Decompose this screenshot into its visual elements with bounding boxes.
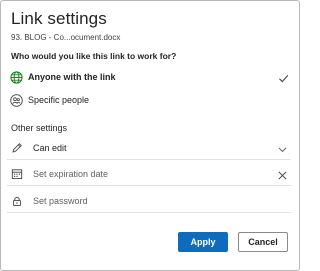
permission-dropdown[interactable]: Can edit [7, 138, 295, 160]
people-icon [9, 93, 23, 107]
globe-icon [9, 70, 23, 84]
dialog-title: Link settings [11, 9, 107, 28]
chevron-down-icon [277, 142, 288, 160]
link-settings-dialog: Link settings 93. BLOG - Co...ocument.do… [0, 0, 300, 271]
option-specific-people[interactable]: Specific people [7, 90, 293, 110]
expiration-date-field[interactable]: Set expiration date [7, 164, 295, 186]
pencil-icon [10, 141, 24, 155]
divider [7, 185, 291, 186]
close-icon[interactable] [277, 168, 288, 186]
apply-button[interactable]: Apply [178, 232, 228, 252]
access-question: Who would you like this link to work for… [11, 51, 177, 61]
divider [7, 212, 291, 213]
calendar-icon [10, 167, 24, 181]
password-field[interactable]: Set password [7, 191, 295, 213]
option-anyone-with-link[interactable]: Anyone with the link [7, 67, 293, 87]
expiration-date-placeholder: Set expiration date [33, 169, 109, 179]
lock-icon [10, 194, 24, 208]
option-label: Specific people [28, 95, 90, 105]
divider [7, 159, 291, 160]
option-label: Anyone with the link [28, 72, 116, 82]
password-placeholder: Set password [33, 196, 88, 206]
cancel-button[interactable]: Cancel [238, 232, 288, 252]
other-settings-heading: Other settings [11, 123, 68, 133]
checkmark-icon [278, 71, 289, 89]
permission-value: Can edit [33, 143, 67, 153]
file-name: 93. BLOG - Co...ocument.docx [11, 33, 121, 42]
